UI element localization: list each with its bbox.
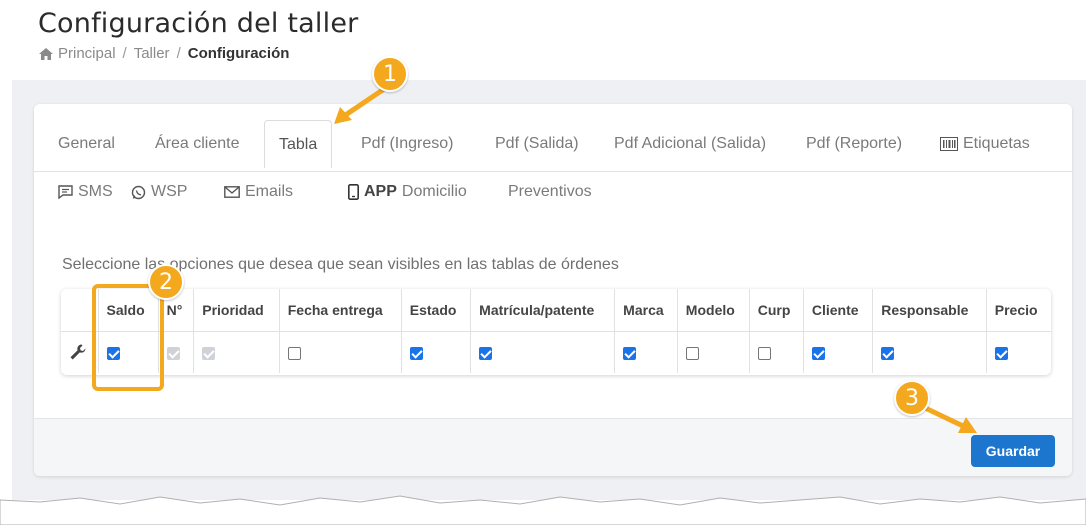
column-visibility-checkbox[interactable] [757, 347, 771, 361]
column-visibility-checkbox[interactable] [409, 347, 423, 361]
column-header: Responsable [872, 289, 987, 331]
breadcrumb-principal[interactable]: Principal [58, 45, 116, 62]
column-header: Matrícula/patente [470, 289, 616, 331]
column-visibility-checkbox[interactable] [811, 347, 825, 361]
column-header: Fecha entrega [279, 289, 402, 331]
checkbox-cell [279, 330, 402, 373]
tab-general[interactable]: General [58, 135, 115, 153]
annotation-badge-2: 2 [148, 264, 184, 300]
column-visibility-checkbox[interactable] [881, 347, 895, 361]
tab-wsp-label: WSP [151, 183, 188, 200]
tab-pdf-salida[interactable]: Pdf (Salida) [495, 135, 579, 153]
column-visibility-checkbox[interactable] [685, 347, 699, 361]
column-header: Curp [749, 289, 804, 331]
tab-pdf-adicional-salida[interactable]: Pdf Adicional (Salida) [614, 135, 766, 153]
envelope-icon [224, 186, 240, 198]
checkbox-cell [193, 330, 280, 373]
annotation-badge-1: 1 [372, 56, 408, 92]
tab-emails[interactable]: Emails [224, 183, 293, 201]
checkbox-cell [749, 330, 804, 373]
tab-etiquetas[interactable]: Etiquetas [940, 135, 1030, 153]
checkbox-cell [677, 330, 750, 373]
breadcrumb-taller[interactable]: Taller [134, 45, 170, 62]
column-header: Marca [614, 289, 678, 331]
column-visibility-checkbox[interactable] [479, 347, 493, 361]
column-header: Modelo [677, 289, 750, 331]
checkbox-cell [470, 330, 616, 373]
checkbox-cell [614, 330, 678, 373]
column-visibility-checkbox [166, 347, 180, 361]
tab-emails-label: Emails [245, 183, 294, 200]
mobile-phone-icon [348, 184, 359, 200]
checkbox-cell [872, 330, 987, 373]
message-icon [58, 185, 73, 199]
column-visibility-checkbox [202, 347, 216, 361]
tab-preventivos[interactable]: Preventivos [508, 183, 592, 201]
column-visibility-checkbox[interactable] [994, 347, 1008, 361]
save-button[interactable]: Guardar [971, 435, 1055, 467]
column-header: Precio [994, 301, 1038, 318]
tab-app-domicilio[interactable]: APP Domicilio [348, 183, 467, 201]
checkbox-cell [986, 330, 1051, 373]
page-title: Configuración del taller [38, 8, 359, 39]
tab-tabla[interactable]: Tabla [264, 120, 333, 168]
tab-area-cliente[interactable]: Área cliente [155, 135, 240, 153]
column-header: Estado [401, 289, 472, 331]
breadcrumb: Principal / Taller / Configuración [38, 45, 289, 62]
tab-pdf-reporte[interactable]: Pdf (Reporte) [806, 135, 902, 153]
column-header: Cliente [803, 289, 874, 331]
checkbox-cell [401, 330, 472, 373]
highlight-box [92, 284, 164, 391]
tabs-row-2: SMS WSP Emails APP Domicilio Preventivos [34, 168, 1072, 216]
table-header-row: Saldo N° Prioridad Fecha entrega Estado … [61, 289, 1051, 331]
tab-sms[interactable]: SMS [58, 183, 113, 201]
columns-table: Saldo N° Prioridad Fecha entrega Estado … [61, 289, 1051, 375]
instructions-text: Seleccione las opciones que desea que se… [62, 256, 619, 273]
checkbox-cell [803, 330, 874, 373]
breadcrumb-separator: / [122, 45, 127, 62]
breadcrumb-configuracion: Configuración [187, 45, 290, 62]
tab-wsp[interactable]: WSP [131, 183, 187, 201]
tabs-row-1: General Área cliente Tabla Pdf (Ingreso)… [34, 120, 1072, 168]
column-visibility-checkbox[interactable] [287, 347, 301, 361]
tab-pdf-ingreso[interactable]: Pdf (Ingreso) [361, 135, 453, 153]
wrench-icon [70, 344, 86, 360]
table-row [61, 330, 1051, 373]
torn-edge [0, 495, 1086, 525]
whatsapp-icon [131, 185, 146, 199]
tab-app-label: APP [364, 183, 397, 200]
tab-sms-label: SMS [78, 183, 113, 200]
annotation-badge-3: 3 [894, 380, 930, 416]
column-header: Prioridad [193, 289, 280, 331]
tab-domicilio-label: Domicilio [401, 183, 467, 200]
column-visibility-checkbox[interactable] [623, 347, 637, 361]
tab-etiquetas-label: Etiquetas [963, 135, 1030, 152]
breadcrumb-separator: / [176, 45, 181, 62]
home-icon[interactable] [38, 47, 54, 61]
barcode-icon [940, 137, 958, 151]
